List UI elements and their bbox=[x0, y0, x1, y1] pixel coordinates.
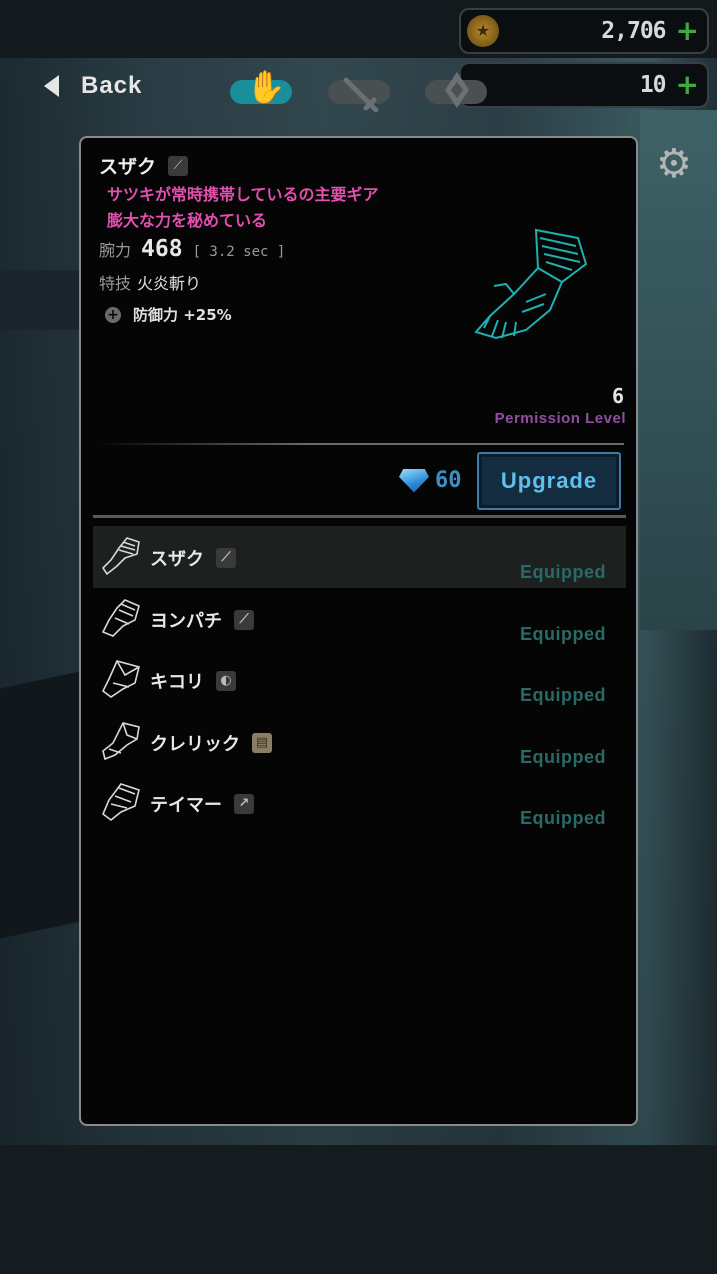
axe-icon: ◐ bbox=[216, 671, 236, 691]
gear-name-row: キコリ ◐ bbox=[150, 668, 236, 694]
background-shape bbox=[0, 270, 90, 330]
sword-icon: ⟋ bbox=[216, 548, 236, 568]
background-shape bbox=[640, 110, 717, 630]
bottom-area bbox=[0, 1145, 717, 1274]
stat-power: 腕力 468 [ 3.2 sec ] bbox=[99, 236, 285, 262]
upgrade-button[interactable]: Upgrade bbox=[477, 452, 621, 510]
hand-icon: ✋ bbox=[246, 68, 286, 106]
gear-list-item[interactable]: クレリック ▤ Equipped bbox=[93, 711, 626, 773]
gear-detail-panel: スザク ⟋ サツキが常時携帯しているの主要ギア 膨大な力を秘めている 腕力 46… bbox=[79, 136, 638, 1126]
back-label: Back bbox=[81, 72, 143, 99]
upgrade-cost-value: 60 bbox=[435, 468, 462, 493]
skill-label: 特技 bbox=[99, 274, 132, 293]
glove-icon bbox=[101, 598, 140, 637]
glove-icon bbox=[101, 537, 140, 576]
coin-counter: ★ 2,706 + bbox=[459, 8, 709, 54]
gear-list-item[interactable]: スザク ⟋ Equipped bbox=[93, 526, 626, 588]
gear-list-item[interactable]: キコリ ◐ Equipped bbox=[93, 649, 626, 711]
gear-name-row: スザク ⟋ bbox=[150, 545, 236, 571]
background-shape bbox=[0, 671, 80, 939]
stat-value: 468 bbox=[141, 236, 183, 262]
gear-name: クレリック bbox=[150, 733, 240, 755]
sword-icon: ⟋ bbox=[168, 155, 189, 176]
gear-name-row: クレリック ▤ bbox=[150, 730, 272, 756]
stat-speed: [ 3.2 sec ] bbox=[192, 244, 286, 260]
item-name-row: スザク ⟋ bbox=[99, 152, 189, 179]
gem-amount: 10 bbox=[639, 72, 667, 98]
divider bbox=[93, 515, 626, 518]
gear-name-row: テイマー ↗ bbox=[150, 791, 254, 817]
stat-label: 腕力 bbox=[99, 241, 132, 260]
gear-list-item[interactable]: ヨンパチ ⟋ Equipped bbox=[93, 588, 626, 650]
back-button[interactable]: Back bbox=[44, 72, 142, 100]
gear-name: テイマー bbox=[150, 795, 222, 816]
gear-name: キコリ bbox=[150, 672, 204, 693]
bonus-row: + 防御力 +25% bbox=[105, 304, 232, 325]
item-name: スザク bbox=[99, 156, 157, 178]
equipped-status: Equipped bbox=[520, 746, 606, 767]
emblem-icon bbox=[445, 72, 469, 108]
item-description: サツキが常時携帯しているの主要ギア 膨大な力を秘めている bbox=[107, 182, 379, 234]
upgrade-cost: 60 bbox=[399, 468, 462, 493]
permission-level-label: Permission Level bbox=[494, 410, 626, 427]
skill-row: 特技 火炎斬り bbox=[99, 270, 201, 294]
tab-weapons[interactable] bbox=[328, 77, 390, 113]
add-coins-button[interactable]: + bbox=[676, 17, 699, 45]
glove-icon bbox=[101, 660, 140, 698]
equipped-status: Equipped bbox=[520, 808, 606, 828]
description-line-2: 膨大な力を秘めている bbox=[107, 211, 268, 230]
book-icon: ▤ bbox=[252, 732, 272, 753]
description-line-1: サツキが常時携帯しているの主要ギア bbox=[107, 185, 379, 204]
upgrade-label: Upgrade bbox=[500, 468, 598, 493]
back-arrow-icon bbox=[44, 75, 59, 97]
spear-icon: ↗ bbox=[234, 794, 254, 814]
settings-gear-icon[interactable]: ⚙ bbox=[656, 144, 692, 184]
glove-artwork bbox=[474, 228, 588, 340]
gear-name-row: ヨンパチ ⟋ bbox=[150, 607, 254, 633]
gear-name: スザク bbox=[150, 549, 204, 570]
plus-circle-icon: + bbox=[105, 306, 121, 323]
tab-emblems[interactable] bbox=[425, 72, 487, 108]
gear-list: スザク ⟋ Equipped ヨンパチ ⟋ Equipped キコリ ◐ Equ… bbox=[93, 526, 626, 834]
gem-icon bbox=[399, 468, 429, 493]
skill-value: 火炎斬り bbox=[137, 274, 202, 293]
sword-icon bbox=[343, 77, 379, 113]
gear-list-item[interactable]: テイマー ↗ Equipped bbox=[93, 772, 626, 834]
glove-icon bbox=[102, 783, 140, 822]
coin-icon: ★ bbox=[467, 15, 499, 47]
gear-name: ヨンパチ bbox=[150, 610, 222, 632]
tab-gloves[interactable]: ✋ bbox=[230, 68, 292, 106]
equipped-status: Equipped bbox=[520, 623, 606, 644]
gem-counter: 10 + bbox=[459, 62, 709, 108]
add-gems-button[interactable]: + bbox=[676, 71, 699, 99]
blade-icon: ⟋ bbox=[234, 609, 254, 630]
equipped-status: Equipped bbox=[520, 562, 606, 582]
glove-icon bbox=[102, 721, 140, 760]
equipped-status: Equipped bbox=[520, 685, 606, 705]
permission-level-value: 6 bbox=[611, 384, 624, 408]
bonus-text: 防御力 +25% bbox=[133, 306, 232, 324]
coin-amount: 2,706 bbox=[601, 18, 666, 44]
divider bbox=[97, 443, 624, 445]
